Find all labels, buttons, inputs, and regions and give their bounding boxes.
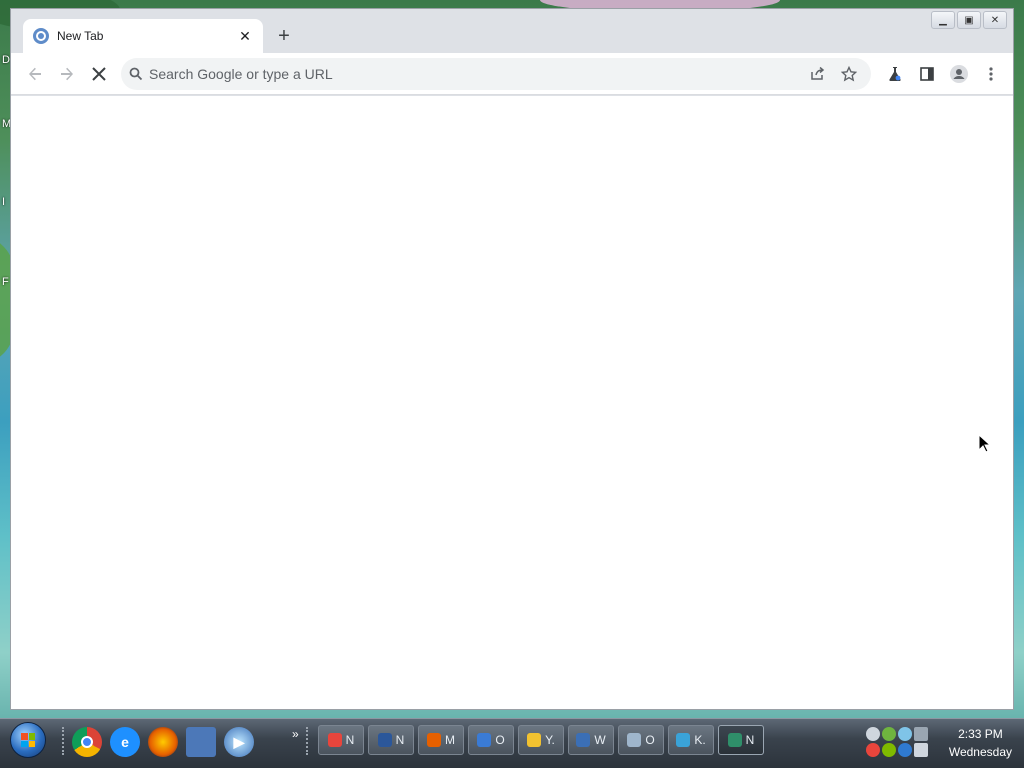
folder-icon [627, 733, 642, 747]
bluetooth-tray-icon[interactable] [898, 743, 912, 757]
star-icon [841, 65, 857, 81]
flask-icon [889, 66, 901, 81]
start-button[interactable] [10, 722, 46, 758]
desktop-icon-label[interactable]: I [2, 196, 5, 208]
task-button-label: O [645, 733, 655, 747]
task-button-list: N N M O Y. W O K. N [318, 725, 764, 755]
task-button[interactable]: Y. [518, 725, 564, 755]
share-button[interactable] [803, 60, 831, 88]
word-icon [377, 733, 392, 747]
task-button[interactable]: N [318, 725, 364, 755]
browser-icon [727, 733, 742, 747]
task-button-label: Y. [545, 733, 555, 747]
globe-icon [676, 733, 691, 747]
task-button[interactable]: W [568, 725, 614, 755]
quick-launch-more-icon[interactable]: » [292, 727, 299, 741]
side-panel-button[interactable] [911, 58, 943, 90]
skype-tray-icon[interactable] [898, 727, 912, 741]
task-button[interactable]: O [468, 725, 514, 755]
taskbar-grip[interactable] [306, 727, 310, 755]
network-tray-icon[interactable] [914, 727, 928, 741]
back-button[interactable] [19, 58, 51, 90]
media-player-icon[interactable]: ▶ [224, 727, 254, 757]
utorrent-tray-icon[interactable] [882, 727, 896, 741]
close-window-button[interactable]: ✕ [983, 11, 1007, 29]
address-input[interactable] [149, 65, 803, 82]
search-icon [129, 67, 143, 80]
task-button-label: K. [694, 733, 706, 747]
chrome-icon [327, 733, 342, 747]
menu-button[interactable] [975, 58, 1007, 90]
loading-favicon-icon [33, 28, 49, 44]
quick-launch-bar: e ▶ [72, 727, 254, 757]
firefox-icon [427, 733, 441, 747]
avatar-icon [950, 64, 968, 83]
internet-explorer-icon[interactable]: e [110, 727, 140, 757]
forward-arrow-icon [61, 67, 73, 80]
omnibox-actions [803, 60, 863, 88]
task-button-label: M [445, 733, 455, 747]
task-button[interactable]: O [618, 725, 664, 755]
task-button[interactable]: N [718, 725, 764, 755]
task-button[interactable]: K. [668, 725, 714, 755]
browser-toolbar [11, 53, 1013, 95]
omnibox[interactable] [121, 57, 871, 90]
forward-button[interactable] [51, 58, 83, 90]
task-button-label: N [745, 733, 755, 747]
thunderbird-icon [477, 733, 492, 747]
messenger-icon [527, 733, 542, 747]
task-button-label: O [495, 733, 505, 747]
clock[interactable]: 2:33 PM Wednesday [949, 725, 1012, 761]
profile-button[interactable] [943, 58, 975, 90]
back-arrow-icon [29, 67, 41, 80]
desktop-icon-label[interactable]: F [2, 276, 9, 288]
window-controls: ▁ ▣ ✕ [931, 11, 1007, 29]
taskbar: e ▶ » N N M O Y. W O K. N 2:33 PM Wednesday [0, 718, 1024, 768]
desktop-icon-label[interactable]: D [2, 54, 10, 66]
clock-time: 2:33 PM [958, 727, 1003, 741]
tab-new-tab[interactable]: New Tab ✕ [23, 19, 263, 53]
media-player-icon [576, 733, 591, 747]
side-panel-icon [920, 66, 934, 81]
chrome-icon[interactable] [72, 727, 102, 757]
browser-window: New Tab ✕ + ▁ ▣ ✕ [10, 8, 1014, 710]
system-tray [866, 727, 940, 757]
share-icon [811, 66, 825, 80]
task-button-label: N [345, 733, 355, 747]
volume-tray-icon[interactable] [914, 743, 928, 757]
firefox-icon[interactable] [148, 727, 178, 757]
minimize-button[interactable]: ▁ [931, 11, 955, 29]
alert-tray-icon[interactable] [866, 743, 880, 757]
tab-close-icon[interactable]: ✕ [237, 28, 253, 44]
stop-loading-button[interactable] [83, 58, 115, 90]
clock-day: Wednesday [948, 745, 1012, 759]
taskbar-grip[interactable] [62, 727, 66, 755]
task-button-label: W [594, 733, 606, 747]
task-button[interactable]: N [368, 725, 414, 755]
task-button[interactable]: M [418, 725, 464, 755]
show-desktop-icon[interactable] [186, 727, 216, 757]
labs-button[interactable] [879, 58, 911, 90]
page-viewport[interactable] [11, 96, 1013, 709]
mouse-cursor-icon [978, 434, 990, 453]
bookmark-button[interactable] [835, 60, 863, 88]
tray-icon[interactable] [866, 727, 880, 741]
messenger-tray-icon[interactable] [882, 743, 896, 757]
task-button-label: N [395, 733, 405, 747]
windows-logo-icon [21, 733, 35, 747]
tab-title: New Tab [57, 29, 104, 43]
tab-strip: New Tab ✕ + ▁ ▣ ✕ [11, 9, 1013, 53]
restore-button[interactable]: ▣ [957, 11, 981, 29]
stop-x-icon [92, 66, 106, 81]
new-tab-button[interactable]: + [273, 25, 295, 47]
kebab-menu-icon [989, 66, 993, 81]
